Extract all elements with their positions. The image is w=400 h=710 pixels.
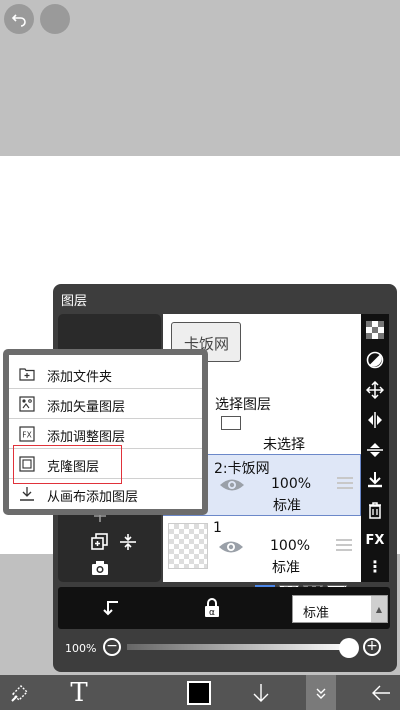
- current-color-swatch: [187, 680, 211, 705]
- camera-button[interactable]: [88, 556, 112, 580]
- arrow-down-icon: [253, 683, 269, 702]
- checkerboard-icon: [366, 321, 384, 339]
- menu-item-label: 添加调整图层: [47, 430, 126, 445]
- menu-item-label: 从画布添加图层: [47, 490, 139, 505]
- back-button[interactable]: [368, 675, 394, 710]
- fx-button[interactable]: FX: [365, 530, 385, 550]
- contrast-button[interactable]: [365, 350, 385, 370]
- opacity-increase-button[interactable]: +: [363, 638, 381, 656]
- opacity-decrease-button[interactable]: −: [103, 638, 121, 656]
- layer-opacity: 100%: [270, 538, 311, 554]
- merge-layer-button[interactable]: [116, 530, 140, 554]
- clipping-arrow-icon: [103, 601, 118, 616]
- fx-layer-icon: FX: [19, 426, 35, 442]
- undo-icon: [11, 14, 26, 27]
- delete-layer-button[interactable]: [365, 500, 385, 520]
- dropdown-arrow-icon: ▲: [371, 596, 387, 622]
- menu-item-add-folder[interactable]: 添加文件夹: [9, 359, 202, 389]
- color-picker-button[interactable]: [186, 675, 212, 710]
- move-button[interactable]: [365, 380, 385, 400]
- layer-actions-bar: FX ⋮: [361, 314, 389, 582]
- selection-state: 未选择: [263, 437, 305, 453]
- layer-menu-toggle[interactable]: [306, 675, 336, 710]
- alpha-lock-icon: α: [205, 598, 219, 618]
- opacity-slider-knob[interactable]: [339, 638, 359, 658]
- flip-vertical-icon: [367, 443, 383, 457]
- eye-icon[interactable]: [218, 539, 244, 555]
- transform-icon: [11, 684, 28, 702]
- undo-button[interactable]: [4, 4, 34, 34]
- layer-opacity: 100%: [271, 476, 312, 492]
- menu-item-label: 添加矢量图层: [47, 400, 126, 415]
- clipping-button[interactable]: [100, 597, 122, 623]
- double-chevron-down-icon: [316, 688, 326, 699]
- merge-down-button[interactable]: [365, 470, 385, 490]
- menu-list: 添加文件夹 添加矢量图层 FX 添加调整图层 克隆图层 从画布添加图层: [9, 355, 202, 509]
- duplicate-icon: [91, 533, 108, 550]
- move-down-button[interactable]: [248, 675, 274, 710]
- download-icon: [368, 472, 382, 488]
- text-tool-button[interactable]: T: [62, 675, 96, 710]
- menu-item-add-vector-layer[interactable]: 添加矢量图层: [9, 389, 202, 419]
- import-canvas-icon: [20, 487, 34, 501]
- eye-icon[interactable]: [219, 477, 245, 493]
- duplicate-layer-button[interactable]: [88, 530, 112, 554]
- svg-text:α: α: [209, 608, 215, 618]
- blend-mode-select[interactable]: 标准 ▲: [292, 595, 388, 623]
- merge-icon: [120, 534, 136, 550]
- layer-thumbnail: [168, 523, 208, 569]
- contrast-icon: [366, 351, 384, 369]
- alpha-lock-button[interactable]: α: [201, 597, 223, 623]
- checkerboard-button[interactable]: [365, 320, 385, 340]
- drag-handle-icon[interactable]: [337, 477, 353, 489]
- add-layer-menu: 添加文件夹 添加矢量图层 FX 添加调整图层 克隆图层 从画布添加图层: [3, 349, 208, 515]
- transform-tool-button[interactable]: [8, 675, 32, 710]
- menu-item-label: 添加文件夹: [47, 370, 113, 385]
- more-options-button[interactable]: ⋮: [365, 556, 385, 576]
- layer-name: 1: [213, 520, 222, 536]
- camera-icon: [92, 561, 108, 575]
- highlight-box: [13, 445, 122, 484]
- bottom-toolbar: T: [0, 675, 400, 710]
- redo-button[interactable]: [40, 4, 70, 34]
- arrow-left-icon: [372, 685, 390, 700]
- selection-layer-title: 选择图层: [215, 397, 271, 413]
- layer-blend-mode: 标准: [272, 560, 300, 576]
- flip-vertical-button[interactable]: [365, 440, 385, 460]
- blend-mode-value: 标准: [303, 606, 330, 621]
- svg-text:FX: FX: [22, 431, 31, 440]
- move-icon: [366, 381, 384, 399]
- trash-icon: [369, 502, 381, 519]
- folder-add-icon: [19, 368, 35, 381]
- vector-layer-icon: [19, 396, 35, 412]
- flip-horizontal-icon: [368, 412, 382, 428]
- blend-bar: α 标准 ▲: [58, 587, 390, 629]
- selection-thumbnail: [221, 416, 241, 430]
- opacity-value: 100%: [65, 642, 97, 655]
- layer-blend-mode: 标准: [273, 498, 301, 514]
- panel-title: 图层: [61, 294, 88, 309]
- layer-name: 2:卡饭网: [214, 461, 270, 477]
- layer-row[interactable]: 1 100% 标准: [163, 517, 361, 579]
- flip-horizontal-button[interactable]: [365, 410, 385, 430]
- drag-handle-icon[interactable]: [336, 539, 352, 551]
- opacity-slider[interactable]: [127, 644, 353, 650]
